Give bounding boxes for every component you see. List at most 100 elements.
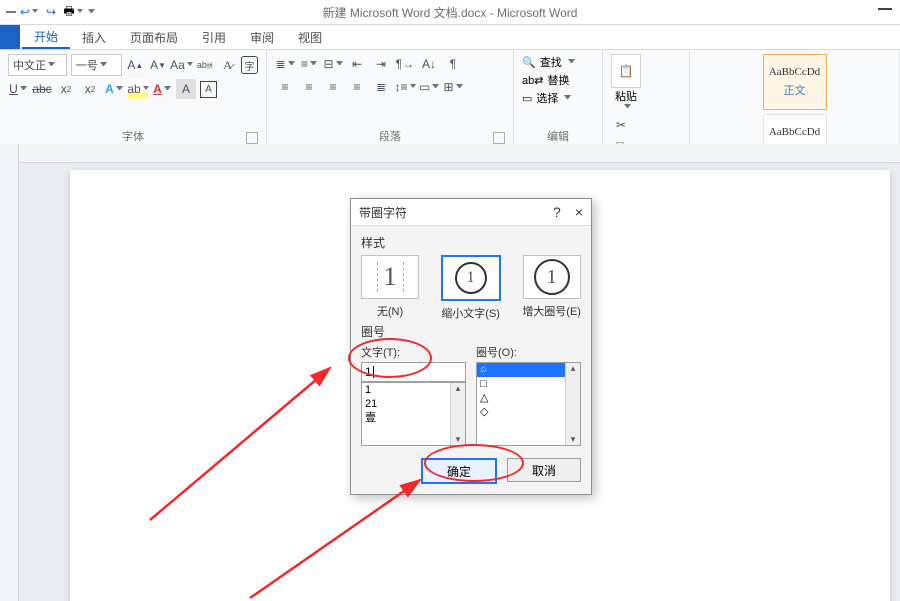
group-clipboard: 📋 粘贴 ✂ ⎘ 🖌 剪贴板 xyxy=(603,50,690,146)
text-input[interactable]: 1 xyxy=(361,362,466,382)
enclose-char-button[interactable]: 字 xyxy=(241,56,258,74)
char-border-button[interactable]: A xyxy=(200,81,217,98)
font-size-value: 一号 xyxy=(76,57,98,73)
scrollbar[interactable]: ▴▾ xyxy=(565,363,580,445)
select-button[interactable]: ▭ 选择 xyxy=(522,90,594,106)
font-name-combo[interactable]: 中文正 xyxy=(8,54,67,76)
replace-button[interactable]: ab⇄ 替换 xyxy=(522,72,594,88)
undo-button[interactable]: ↩ xyxy=(20,3,38,21)
dialog-titlebar: 带圈字符 ? × xyxy=(351,199,591,226)
ribbon: 中文正 一号 A▲ A▼ Aa ab拼 A̷ 字 U abc x2 x2 A a… xyxy=(0,50,900,147)
tab-view[interactable]: 视图 xyxy=(286,25,334,49)
highlight-button[interactable]: ab xyxy=(128,79,148,99)
scroll-up-icon[interactable]: ▴ xyxy=(456,383,461,394)
clear-format-button[interactable]: A̷ xyxy=(218,55,237,75)
align-left-button[interactable]: ≡ xyxy=(275,77,295,97)
ring-section-label: 圈号 xyxy=(361,323,581,340)
ltr-button[interactable]: ¶→ xyxy=(395,54,415,74)
bullets-button[interactable]: ≣ xyxy=(275,54,295,74)
show-marks-button[interactable]: ¶ xyxy=(443,54,463,74)
borders-button[interactable]: ⊞ xyxy=(443,77,463,97)
text-field-label: 文字(T): xyxy=(361,344,466,360)
underline-button[interactable]: U xyxy=(8,79,28,99)
style-option-none[interactable]: 1 无(N) xyxy=(361,255,419,321)
window-title: 新建 Microsoft Word 文档.docx - Microsoft Wo… xyxy=(0,4,900,21)
font-color-button[interactable]: A xyxy=(152,79,172,99)
align-justify-button[interactable]: ≡ xyxy=(347,77,367,97)
text-listbox[interactable]: 1 21 壹 ▴▾ xyxy=(361,382,466,446)
scroll-up-icon[interactable]: ▴ xyxy=(571,363,576,374)
style-option-enlarge[interactable]: 1 增大圈号(E) xyxy=(522,255,581,321)
style-option-shrink[interactable]: 1 缩小文字(S) xyxy=(441,255,501,321)
superscript-button[interactable]: x2 xyxy=(80,79,100,99)
style-sample-text: AaBbCcDd xyxy=(769,66,820,78)
style-section-label: 样式 xyxy=(361,234,581,251)
paste-button[interactable]: 📋 粘贴 xyxy=(611,54,641,111)
vertical-ruler xyxy=(0,144,19,601)
tab-insert[interactable]: 插入 xyxy=(70,25,118,49)
change-case-button[interactable]: Aa xyxy=(172,55,192,75)
paste-label: 粘贴 xyxy=(615,88,637,104)
ring-field-label: 圈号(O): xyxy=(476,344,581,360)
scrollbar[interactable]: ▴▾ xyxy=(450,383,465,445)
font-size-combo[interactable]: 一号 xyxy=(71,54,122,76)
para-launcher-icon[interactable] xyxy=(493,132,505,144)
scroll-down-icon[interactable]: ▾ xyxy=(456,434,461,445)
dialog-help-button[interactable]: ? xyxy=(553,204,561,220)
indent-inc-button[interactable]: ⇥ xyxy=(371,54,391,74)
font-launcher-icon[interactable] xyxy=(246,132,258,144)
dialog-title: 带圈字符 xyxy=(359,204,407,221)
horizontal-ruler xyxy=(18,144,900,163)
strike-button[interactable]: abc xyxy=(32,79,52,99)
grow-font-button[interactable]: A▲ xyxy=(126,55,145,75)
line-spacing-button[interactable]: ↕≡ xyxy=(395,77,415,97)
opt-none-label: 无(N) xyxy=(377,303,403,319)
dialog-close-button[interactable]: × xyxy=(575,204,583,220)
opt-enlarge-label: 增大圈号(E) xyxy=(522,303,581,319)
enclose-char-dialog: 带圈字符 ? × 样式 1 无(N) 1 缩小文字(S) 1 增大圈号(E) 圈… xyxy=(350,198,592,495)
char-shading-button[interactable]: A xyxy=(176,79,196,99)
ribbon-tabs: 开始 插入 页面布局 引用 审阅 视图 xyxy=(0,25,900,50)
tab-start[interactable]: 开始 xyxy=(22,25,70,49)
title-bar: ↩ ↪ 🖶 新建 Microsoft Word 文档.docx - Micros… xyxy=(0,0,900,25)
text-effect-button[interactable]: A xyxy=(104,79,124,99)
quick-access-toolbar: ↩ ↪ 🖶 xyxy=(0,3,95,21)
scroll-down-icon[interactable]: ▾ xyxy=(571,434,576,445)
text-input-value: 1 xyxy=(365,365,372,379)
group-editing: 🔍 查找 ab⇄ 替换 ▭ 选择 编辑 xyxy=(514,50,603,146)
file-tab[interactable] xyxy=(0,25,20,49)
print-button[interactable]: 🖶 xyxy=(64,3,82,21)
align-right-button[interactable]: ≡ xyxy=(323,77,343,97)
group-styles: AaBbCcDd 正文 AaBbCcDd 无间隔 AaBb 标题 1 样式 xyxy=(690,50,900,146)
tab-reference[interactable]: 引用 xyxy=(190,25,238,49)
ok-button[interactable]: 确定 xyxy=(421,458,497,484)
qat-handle xyxy=(6,11,16,13)
tab-review[interactable]: 审阅 xyxy=(238,25,286,49)
ring-listbox[interactable]: ○ □ △ ◇ ▴▾ xyxy=(476,362,581,446)
distribute-button[interactable]: ≣ xyxy=(371,77,391,97)
qat-more-icon[interactable] xyxy=(88,9,95,16)
align-center-button[interactable]: ≡ xyxy=(299,77,319,97)
redo-button[interactable]: ↪ xyxy=(42,3,60,21)
cancel-button[interactable]: 取消 xyxy=(507,458,581,482)
minimize-button[interactable] xyxy=(878,6,892,10)
shrink-font-button[interactable]: A▼ xyxy=(149,55,168,75)
group-paragraph: ≣ ≡ ⊟ ⇤ ⇥ ¶→ A↓ ¶ ≡ ≡ ≡ ≡ ≣ ↕≡ ▭ ⊞ 段落 xyxy=(267,50,514,146)
style-normal-label: 正文 xyxy=(784,82,806,98)
tab-layout[interactable]: 页面布局 xyxy=(118,25,190,49)
opt-shrink-label: 缩小文字(S) xyxy=(441,305,500,321)
clipboard-icon: 📋 xyxy=(611,54,641,88)
style-normal[interactable]: AaBbCcDd 正文 xyxy=(763,54,827,110)
shading-button[interactable]: ▭ xyxy=(419,77,439,97)
phonetic-guide-button[interactable]: ab拼 xyxy=(196,55,215,75)
group-font: 中文正 一号 A▲ A▼ Aa ab拼 A̷ 字 U abc x2 x2 A a… xyxy=(0,50,267,146)
font-name-value: 中文正 xyxy=(13,57,46,73)
subscript-button[interactable]: x2 xyxy=(56,79,76,99)
find-button[interactable]: 🔍 查找 xyxy=(522,54,594,70)
indent-dec-button[interactable]: ⇤ xyxy=(347,54,367,74)
numbering-button[interactable]: ≡ xyxy=(299,54,319,74)
style-sample-text: AaBbCcDd xyxy=(769,126,820,138)
sort-button[interactable]: A↓ xyxy=(419,54,439,74)
cut-button[interactable]: ✂ xyxy=(611,115,631,135)
multilevel-button[interactable]: ⊟ xyxy=(323,54,343,74)
